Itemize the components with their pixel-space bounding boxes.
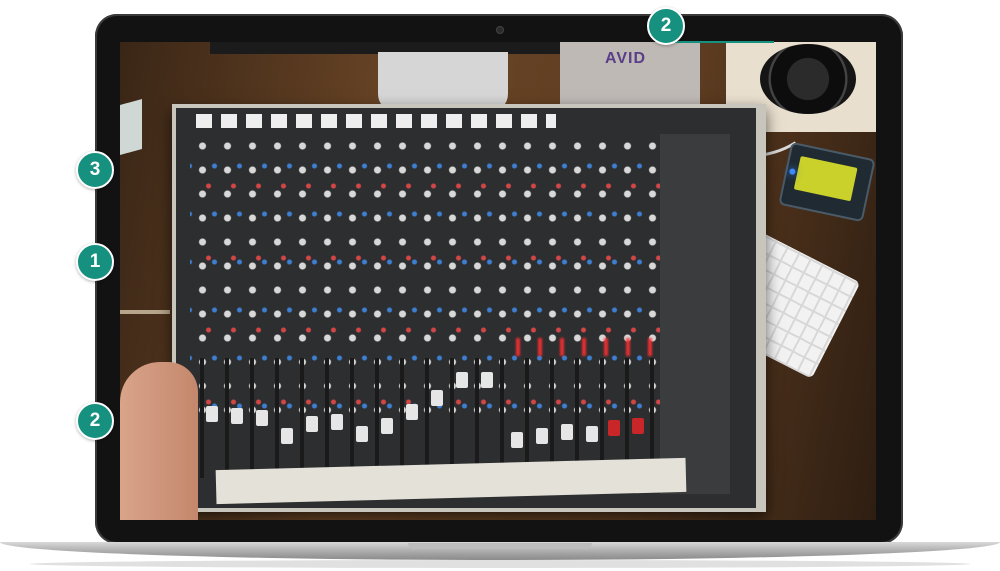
fader-cap: [481, 372, 493, 388]
red-indicator-leds: [516, 338, 666, 356]
callout-badge-left-upper[interactable]: 3: [76, 151, 114, 189]
fader-cap: [586, 426, 598, 442]
fader-cap: [331, 414, 343, 430]
fader-cap: [356, 426, 368, 442]
monitor-stand: [378, 52, 508, 112]
fader-cap-red: [608, 420, 620, 436]
callout-badge-left-lower[interactable]: 2: [76, 402, 114, 440]
laptop-screen: AVID: [120, 42, 876, 520]
callout-badge-left-middle[interactable]: 1: [76, 243, 114, 281]
laptop-shadow: [30, 560, 970, 568]
pen: [120, 310, 170, 314]
device-blue-led: [788, 168, 796, 176]
fader-cap-red: [632, 418, 644, 434]
webcam: [497, 27, 503, 33]
laptop-lid: AVID: [95, 14, 903, 544]
fader-cap: [406, 404, 418, 420]
fader-cap: [231, 408, 243, 424]
callout-line: [664, 41, 774, 43]
fader-cap: [536, 428, 548, 444]
laptop-base-notch: [408, 543, 592, 549]
laptop-mockup-illustration: AVID 2 3 1 2: [0, 0, 1000, 571]
fader-cap: [431, 390, 443, 406]
fader-cap: [456, 372, 468, 388]
device-display: [793, 155, 858, 202]
callout-badge-top[interactable]: 2: [647, 7, 685, 45]
channel-number-labels: [196, 114, 556, 128]
mixing-console: [172, 104, 766, 512]
desk-object: [120, 99, 142, 155]
fader-cap: [206, 406, 218, 422]
avid-logo: AVID: [605, 50, 647, 67]
fader-cap: [306, 416, 318, 432]
master-section: [660, 134, 730, 494]
fader-cap: [561, 424, 573, 440]
fader-cap: [381, 418, 393, 434]
fader-cap: [281, 428, 293, 444]
fader-cap: [256, 410, 268, 426]
fader-cap: [511, 432, 523, 448]
hand: [120, 362, 198, 520]
